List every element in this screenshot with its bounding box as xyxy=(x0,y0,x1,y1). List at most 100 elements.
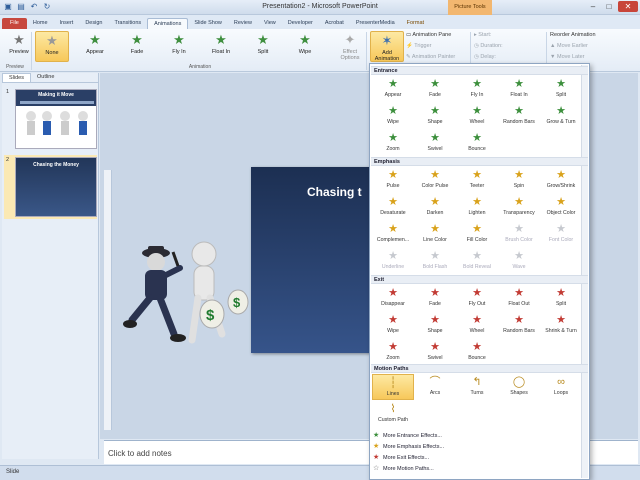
path-effect-arcs[interactable]: ⌒ Arcs xyxy=(414,374,456,400)
animation-pane-button[interactable]: ▭ Animation Pane xyxy=(406,32,451,38)
exit-effect-fly-out[interactable]: ★ Fly Out xyxy=(456,285,498,311)
slide-canvas[interactable]: Chasing t xyxy=(251,167,386,353)
emphasis-effect-grow-shrink[interactable]: ★ Grow/Shrink xyxy=(540,167,582,193)
animation-none-button[interactable]: ★ None xyxy=(35,31,69,62)
tab-animations[interactable]: Animations xyxy=(147,18,189,29)
entrance-effect-bounce[interactable]: ★ Bounce xyxy=(456,130,498,156)
exit-effect-fade[interactable]: ★ Fade xyxy=(414,285,456,311)
animation-fly-in-button[interactable]: ★ Fly In xyxy=(162,31,196,62)
tab-review[interactable]: Review xyxy=(228,18,258,29)
emphasis-effect-color-pulse[interactable]: ★ Color Pulse xyxy=(414,167,456,193)
entrance-effect-grow-turn[interactable]: ★ Grow & Turn xyxy=(540,103,582,129)
emphasis-effect-spin[interactable]: ★ Spin xyxy=(498,167,540,193)
slide-thumbnail-1[interactable]: 1 Making it Move xyxy=(4,87,97,151)
tab-format[interactable]: Format xyxy=(401,18,430,29)
move-earlier-button[interactable]: ▲ Move Earlier xyxy=(550,43,588,49)
entrance-effect-wipe[interactable]: ★ Wipe xyxy=(372,103,414,129)
more-exit-effects[interactable]: ★ More Exit Effects... xyxy=(373,452,429,463)
emphasis-effect-bold-reveal[interactable]: ★ Bold Reveal xyxy=(456,248,498,274)
entrance-effect-swivel[interactable]: ★ Swivel xyxy=(414,130,456,156)
animation-appear-button[interactable]: ★ Appear xyxy=(78,31,112,62)
animation-wipe-button[interactable]: ★ Wipe xyxy=(288,31,322,62)
emphasis-effect-teeter[interactable]: ★ Teeter xyxy=(456,167,498,193)
path-effect-turns[interactable]: ↰ Turns xyxy=(456,374,498,400)
effect-label: Spin xyxy=(513,183,525,189)
animation-painter-button[interactable]: ✎ Animation Painter xyxy=(406,54,455,60)
effect-options-button[interactable]: ✦ Effect Options xyxy=(333,31,367,62)
tab-transitions[interactable]: Transitions xyxy=(108,18,147,29)
tab-slide-show[interactable]: Slide Show xyxy=(188,18,228,29)
emphasis-effect-wave[interactable]: ★ Wave xyxy=(498,248,540,274)
close-icon[interactable]: ✕ xyxy=(618,1,638,12)
tab-file[interactable]: File xyxy=(2,18,27,29)
emphasis-effect-font-color[interactable]: ★ Font Color xyxy=(540,221,582,247)
minimize-icon[interactable]: – xyxy=(586,1,600,12)
animation-split-button[interactable]: ★ Split xyxy=(246,31,280,62)
tab-design[interactable]: Design xyxy=(79,18,108,29)
path-effect-loops[interactable]: ∞ Loops xyxy=(540,374,582,400)
entrance-effect-random-bars[interactable]: ★ Random Bars xyxy=(498,103,540,129)
duration-field[interactable]: ◷ Duration: xyxy=(474,43,503,49)
entrance-effect-appear[interactable]: ★ Appear xyxy=(372,76,414,102)
exit-effect-shrink-turn[interactable]: ★ Shrink & Turn xyxy=(540,312,582,338)
emphasis-effect-transparency[interactable]: ★ Transparency xyxy=(498,194,540,220)
gallery-scrollbar[interactable] xyxy=(581,65,588,478)
entrance-effect-shape[interactable]: ★ Shape xyxy=(414,103,456,129)
more-motion-paths[interactable]: ☆ More Motion Paths... xyxy=(373,463,434,474)
exit-effect-split[interactable]: ★ Split xyxy=(540,285,582,311)
exit-effect-bounce[interactable]: ★ Bounce xyxy=(456,339,498,365)
add-animation-button[interactable]: ✶ Add Animation xyxy=(370,31,404,62)
emphasis-effect-fill-color[interactable]: ★ Fill Color xyxy=(456,221,498,247)
star-icon: ★ xyxy=(514,78,524,90)
maximize-icon[interactable]: □ xyxy=(602,1,616,12)
add-animation-gallery[interactable]: Entrance ★ Appear ★ Fade ★ Fly In ★ Float In ★ Sp… xyxy=(369,63,590,480)
path-effect-lines[interactable]: ┆ Lines xyxy=(372,374,414,400)
exit-effect-disappear[interactable]: ★ Disappear xyxy=(372,285,414,311)
entrance-effect-wheel[interactable]: ★ Wheel xyxy=(456,103,498,129)
emphasis-effect-pulse[interactable]: ★ Pulse xyxy=(372,167,414,193)
entrance-effect-float-in[interactable]: ★ Float In xyxy=(498,76,540,102)
trigger-button[interactable]: ⚡ Trigger xyxy=(406,43,432,49)
exit-effect-wheel[interactable]: ★ Wheel xyxy=(456,312,498,338)
tab-view[interactable]: View xyxy=(258,18,282,29)
tab-home[interactable]: Home xyxy=(27,18,54,29)
emphasis-effect-line-color[interactable]: ★ Line Color xyxy=(414,221,456,247)
chase-clipart-image[interactable]: $ $ xyxy=(118,240,258,355)
entrance-effect-split[interactable]: ★ Split xyxy=(540,76,582,102)
star-icon: ★ xyxy=(514,169,524,181)
exit-effect-shape[interactable]: ★ Shape xyxy=(414,312,456,338)
slide-thumbnail-2[interactable]: 2 Chasing the Money xyxy=(4,155,97,219)
slide-title[interactable]: Chasing t xyxy=(307,185,362,199)
emphasis-effect-object-color[interactable]: ★ Object Color xyxy=(540,194,582,220)
exit-effect-zoom[interactable]: ★ Zoom xyxy=(372,339,414,365)
emphasis-effect-underline[interactable]: ★ Underline xyxy=(372,248,414,274)
animation-float-in-button[interactable]: ★ Float In xyxy=(204,31,238,62)
emphasis-effect-darken[interactable]: ★ Darken xyxy=(414,194,456,220)
animation-fade-button[interactable]: ★ Fade xyxy=(120,31,154,62)
emphasis-effect-bold-flash[interactable]: ★ Bold Flash xyxy=(414,248,456,274)
more-emphasis-effects[interactable]: ★ More Emphasis Effects... xyxy=(373,441,444,452)
tab-outline[interactable]: Outline xyxy=(31,73,60,82)
start-field[interactable]: ▸ Start: xyxy=(474,32,491,38)
emphasis-effect-lighten[interactable]: ★ Lighten xyxy=(456,194,498,220)
path-effect-custom-path[interactable]: ⌇ Custom Path xyxy=(372,401,414,427)
emphasis-effect-complemen[interactable]: ★ Complemen... xyxy=(372,221,414,247)
exit-effect-random-bars[interactable]: ★ Random Bars xyxy=(498,312,540,338)
exit-effect-float-out[interactable]: ★ Float Out xyxy=(498,285,540,311)
move-later-button[interactable]: ▼ Move Later xyxy=(550,54,585,60)
entrance-effect-fade[interactable]: ★ Fade xyxy=(414,76,456,102)
tab-developer[interactable]: Developer xyxy=(282,18,319,29)
tab-acrobat[interactable]: Acrobat xyxy=(319,18,350,29)
exit-effect-wipe[interactable]: ★ Wipe xyxy=(372,312,414,338)
delay-field[interactable]: ◷ Delay: xyxy=(474,54,496,60)
entrance-effect-fly-in[interactable]: ★ Fly In xyxy=(456,76,498,102)
emphasis-effect-brush-color[interactable]: ★ Brush Color xyxy=(498,221,540,247)
more-entrance-effects[interactable]: ★ More Entrance Effects... xyxy=(373,430,442,441)
exit-effect-swivel[interactable]: ★ Swivel xyxy=(414,339,456,365)
tab-presentermedia[interactable]: PresenterMedia xyxy=(350,18,401,29)
tab-insert[interactable]: Insert xyxy=(54,18,80,29)
emphasis-effect-desaturate[interactable]: ★ Desaturate xyxy=(372,194,414,220)
entrance-effect-zoom[interactable]: ★ Zoom xyxy=(372,130,414,156)
tab-slides[interactable]: Slides xyxy=(2,73,31,82)
path-effect-shapes[interactable]: ◯ Shapes xyxy=(498,374,540,400)
